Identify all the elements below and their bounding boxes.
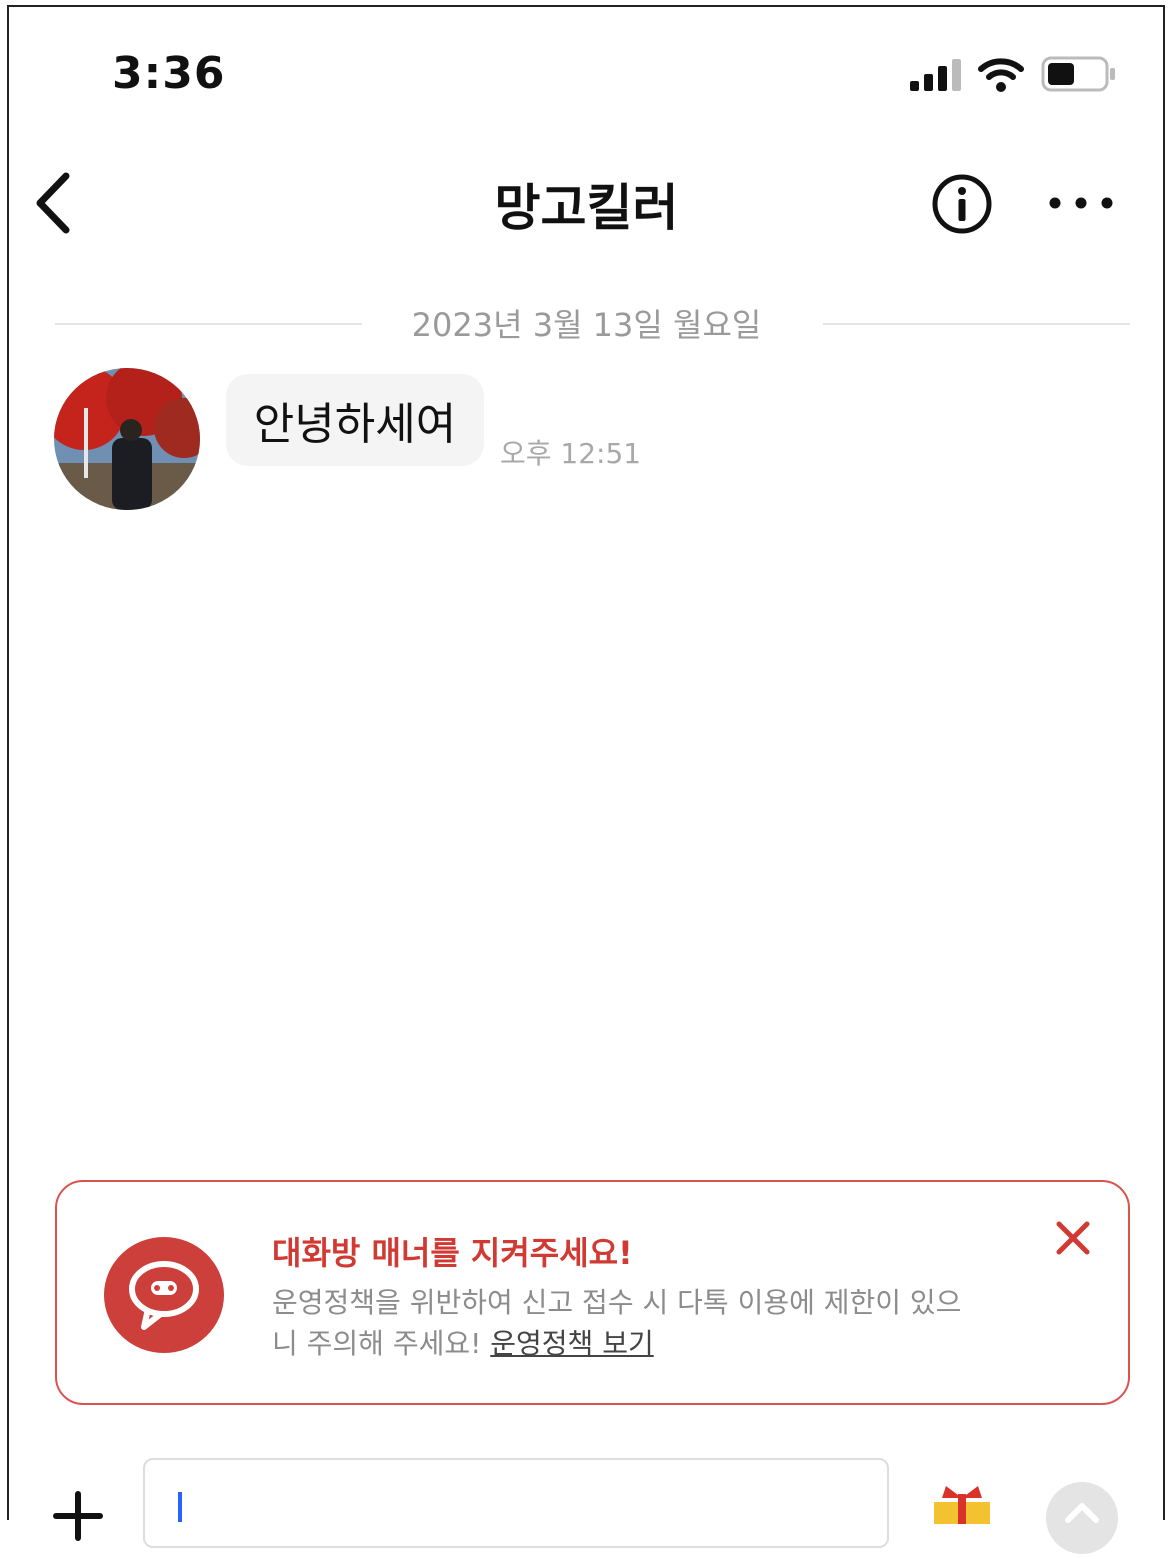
text-caret	[178, 1492, 182, 1522]
send-icon[interactable]	[1046, 1482, 1118, 1554]
notice-body-line1: 운영정책을 위반하여 신고 접수 시 다톡 이용에 제한이 있으	[272, 1286, 962, 1319]
info-icon[interactable]	[930, 172, 994, 236]
message-bubble[interactable]: 안녕하세여	[226, 374, 484, 466]
manner-notice-banner: 대화방 매너를 지켜주세요! 운영정책을 위반하여 신고 접수 시 다톡 이용에…	[55, 1180, 1130, 1405]
plus-icon[interactable]	[52, 1490, 104, 1542]
status-icons	[910, 55, 1117, 93]
gift-icon[interactable]	[930, 1484, 994, 1524]
status-time: 3:36	[112, 48, 226, 99]
avatar[interactable]	[54, 368, 200, 510]
battery-icon	[1041, 56, 1115, 92]
chat-title: 망고킬러	[494, 179, 679, 237]
notice-body-line2: 니 주의해 주세요!	[272, 1327, 482, 1360]
close-icon[interactable]	[1053, 1218, 1093, 1258]
message-input[interactable]	[143, 1458, 889, 1548]
wifi-icon	[978, 58, 1024, 92]
more-icon[interactable]	[1045, 185, 1117, 221]
signal-icon	[910, 57, 961, 91]
chat-bubble-icon	[104, 1237, 224, 1353]
message-time: 오후 12:51	[500, 437, 642, 470]
date-divider: 2023년 3월 13일 월요일	[411, 306, 762, 344]
notice-title: 대화방 매너를 지켜주세요!	[272, 1234, 633, 1272]
policy-link[interactable]: 운영정책 보기	[490, 1327, 653, 1360]
notice-body: 운영정책을 위반하여 신고 접수 시 다톡 이용에 제한이 있으 니 주의해 주…	[272, 1282, 1032, 1364]
